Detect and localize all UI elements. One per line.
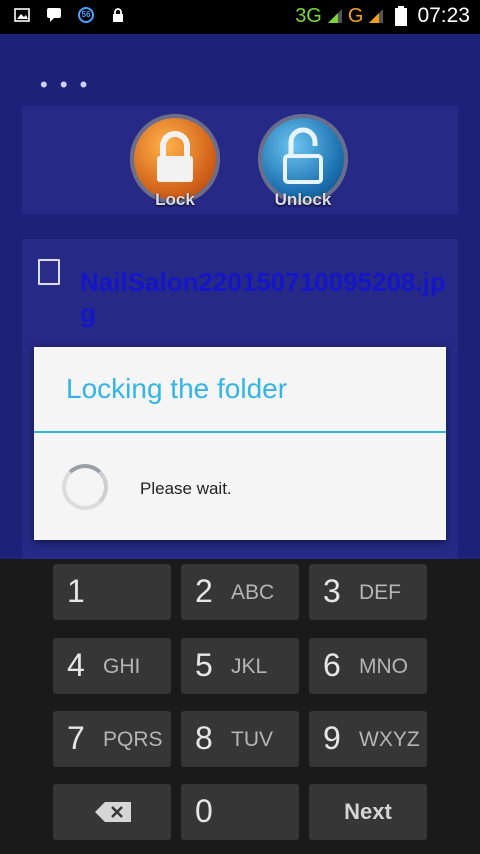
clock: 07:23 xyxy=(417,4,470,27)
battery-icon xyxy=(395,6,408,26)
next-button[interactable]: Next xyxy=(309,784,427,840)
key-9[interactable]: 9 WXYZ xyxy=(309,711,427,767)
backspace-icon xyxy=(95,802,131,822)
key-2[interactable]: 2 ABC xyxy=(181,564,299,620)
unlock-button[interactable]: Unlock xyxy=(258,114,348,209)
key-digit: 4 xyxy=(67,647,85,683)
key-1[interactable]: 1 xyxy=(53,564,171,620)
key-letters: PQRS xyxy=(103,728,163,751)
overflow-menu-button[interactable]: • • • xyxy=(40,72,90,98)
key-3[interactable]: 3 DEF xyxy=(309,564,427,620)
signal-icon xyxy=(327,9,342,23)
key-letters: JKL xyxy=(231,655,268,678)
key-letters: ABC xyxy=(231,581,275,604)
image-icon xyxy=(14,8,30,22)
key-letters: DEF xyxy=(359,581,401,604)
status-bar: 56 3G G 07:23 xyxy=(0,0,480,34)
key-letters: GHI xyxy=(103,655,141,678)
key-digit: 9 xyxy=(323,720,341,756)
key-digit: 2 xyxy=(195,573,213,609)
numeric-keypad: 1 2 ABC 3 DEF 4 GHI 5 JKL 6 MNO 7 PQRS 8… xyxy=(0,559,480,854)
chat-icon xyxy=(47,8,61,22)
key-7[interactable]: 7 PQRS xyxy=(53,711,171,767)
signal-icon xyxy=(369,9,384,23)
dialog-title: Locking the folder xyxy=(66,373,288,404)
key-letters: MNO xyxy=(359,655,408,678)
key-digit: 8 xyxy=(195,720,213,756)
key-0[interactable]: 0 xyxy=(181,784,299,840)
key-digit: 3 xyxy=(323,573,341,609)
badge-56-icon: 56 xyxy=(78,7,94,23)
key-digit: 5 xyxy=(195,647,213,683)
lock-icon xyxy=(113,8,123,22)
key-digit: 0 xyxy=(195,793,213,829)
lock-label: Lock xyxy=(155,190,195,209)
progress-spinner-icon xyxy=(62,464,108,510)
key-letters: TUV xyxy=(231,728,273,751)
status-indicators: 3G G 07:23 xyxy=(295,4,470,28)
network-3g-label: 3G xyxy=(295,4,322,27)
progress-dialog: Locking the folder Please wait. xyxy=(34,347,446,540)
unlock-label: Unlock xyxy=(274,190,332,209)
notification-icons: 56 xyxy=(14,7,126,23)
lock-button[interactable]: Lock xyxy=(130,114,220,209)
lock-unlock-panel: Lock Unlock xyxy=(22,106,458,214)
key-letters: WXYZ xyxy=(359,728,420,751)
key-digit: 1 xyxy=(67,573,85,609)
dialog-message: Please wait. xyxy=(140,479,232,498)
backspace-button[interactable] xyxy=(53,784,171,840)
key-6[interactable]: 6 MNO xyxy=(309,638,427,694)
dialog-divider xyxy=(34,431,446,433)
key-digit: 6 xyxy=(323,647,341,683)
key-8[interactable]: 8 TUV xyxy=(181,711,299,767)
file-icon xyxy=(38,259,60,285)
file-name[interactable]: NailSalon220150710095208.jpg xyxy=(80,267,450,329)
next-label: Next xyxy=(344,799,392,824)
key-digit: 7 xyxy=(67,720,85,756)
key-5[interactable]: 5 JKL xyxy=(181,638,299,694)
key-4[interactable]: 4 GHI xyxy=(53,638,171,694)
network-g-label: G xyxy=(347,4,364,27)
